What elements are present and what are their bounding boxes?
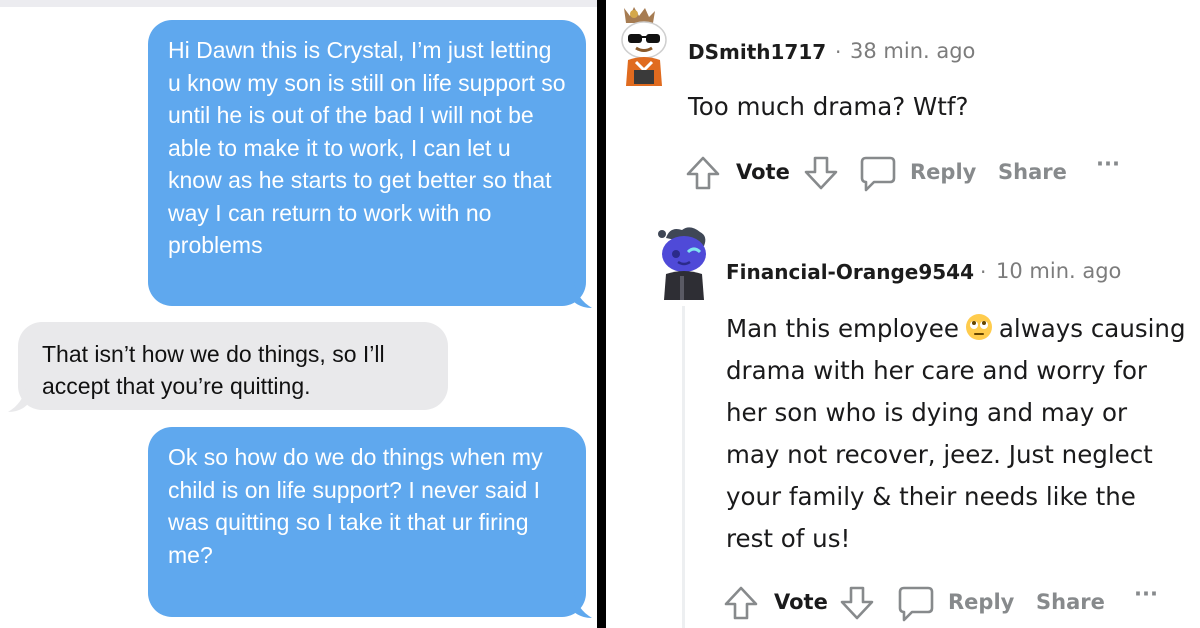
sent-bubble-tail [570,592,592,618]
sent-message-bubble: Ok so how do we do things when my child … [148,427,586,617]
comment-body: Man this employee always causing drama wi… [726,308,1188,560]
message-conversation: Hi Dawn this is Crystal, I’m just lettin… [0,0,597,628]
user-avatar-icon[interactable] [614,4,674,88]
top-strip [0,0,597,7]
rolling-eyes-emoji-icon [965,314,992,340]
share-button[interactable]: Share [998,154,1067,190]
message-text: Ok so how do we do things when my child … [168,444,543,568]
upvote-icon[interactable] [722,584,760,622]
more-options-button[interactable]: ··· [1096,146,1120,182]
more-options-button[interactable]: ··· [1134,576,1158,612]
comment-text: Man this employee [726,314,959,343]
upvote-icon[interactable] [684,154,722,192]
downvote-icon[interactable] [838,584,876,622]
panel-divider [597,0,606,628]
share-button[interactable]: Share [1036,584,1105,620]
reply-icon[interactable] [858,154,898,194]
meta-separator: · [980,260,987,284]
comment-text: Too much drama? Wtf? [688,92,969,121]
vote-count: Vote [736,160,790,184]
comment-username[interactable]: Financial-Orange9544 [726,260,974,284]
message-text: That isn’t how we do things, so I’ll acc… [42,341,385,399]
comment-body: Too much drama? Wtf? [688,86,1168,128]
comment-timestamp[interactable]: 38 min. ago [850,39,975,63]
received-message-bubble: That isn’t how we do things, so I’ll acc… [18,322,448,410]
message-text: Hi Dawn this is Crystal, I’m just lettin… [168,37,566,258]
vote-count: Vote [774,590,828,614]
comment-action-bar: Vote Reply Share ··· [684,152,1164,194]
comment-username[interactable]: DSmith1717 [688,40,826,64]
sent-bubble-tail [570,282,592,308]
comment-text: always causing drama with her care and w… [726,314,1186,553]
meta-separator: · [835,40,842,64]
thread-line [682,306,685,628]
user-avatar-icon[interactable] [652,224,716,300]
reply-icon[interactable] [896,584,936,624]
downvote-icon[interactable] [802,154,840,192]
sent-message-bubble: Hi Dawn this is Crystal, I’m just lettin… [148,20,586,306]
received-bubble-tail [8,386,30,412]
comment-timestamp[interactable]: 10 min. ago [996,259,1121,283]
reply-button[interactable]: Reply [910,154,976,190]
reply-button[interactable]: Reply [948,584,1014,620]
comment-thread: DSmith1717 · 38 min. ago Too much drama?… [606,0,1200,628]
comment-action-bar: Vote Reply Share ··· [722,582,1192,624]
